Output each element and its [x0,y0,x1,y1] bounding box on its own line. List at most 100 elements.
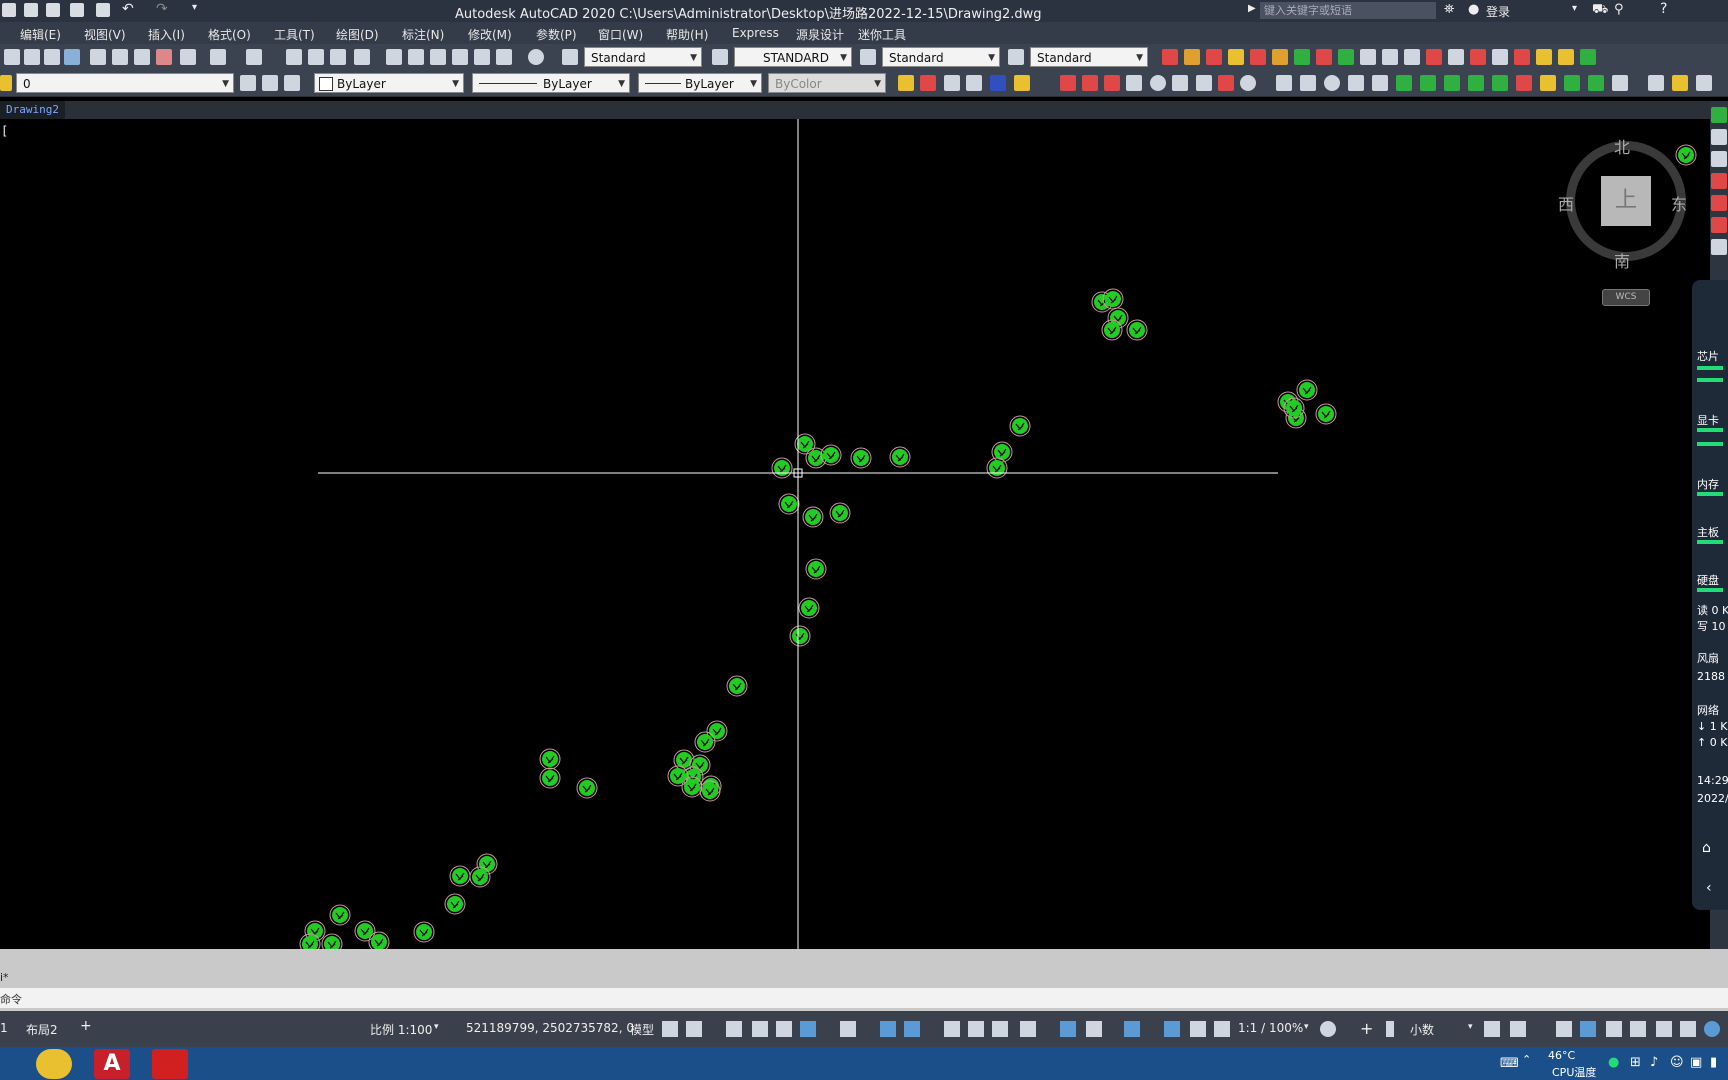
tool-icon[interactable] [1514,49,1530,65]
help-icon[interactable] [528,49,544,65]
tab-layout2[interactable]: 布局2 [26,1021,58,1038]
tree-symbol[interactable] [798,597,820,619]
tree-symbol[interactable] [829,502,851,524]
tool-icon[interactable] [1492,75,1508,91]
polar-icon[interactable] [800,1021,816,1037]
linetype-select[interactable]: ByLayer ▼ [472,73,630,93]
lineweight-select[interactable]: ByLayer ▼ [638,73,762,93]
chevron-down-icon[interactable]: ▾ [1304,1022,1309,1032]
tool-icon[interactable] [966,75,982,91]
tool-icon[interactable] [1564,75,1580,91]
tool-icon[interactable] [1672,75,1688,91]
pan-icon[interactable] [286,49,302,65]
viewcube-west[interactable]: 西 [1558,191,1574,215]
tool-icon[interactable] [898,75,914,91]
rocket-icon[interactable]: ⌂ [1702,840,1711,856]
tool-icon[interactable] [1696,75,1712,91]
tree-symbol[interactable] [820,444,842,466]
notification-icon[interactable]: ▣ [1690,1055,1702,1070]
tree-symbol[interactable] [681,776,703,798]
tool-icon[interactable] [1218,75,1234,91]
plotstyle-select[interactable]: ByColor ▼ [768,73,886,93]
tool-icon[interactable] [920,75,936,91]
tool-icon[interactable] [1558,49,1574,65]
tree-symbol[interactable] [299,933,321,949]
menu-tools[interactable]: 工具(T) [274,26,315,43]
tool-icon[interactable] [1172,75,1188,91]
tool-icon[interactable] [1276,75,1292,91]
add-layout-button[interactable]: + [80,1018,92,1034]
dynamic-input-icon[interactable] [752,1021,768,1037]
tool-icon[interactable] [1580,49,1596,65]
tool-icon[interactable] [1711,195,1727,211]
menu-yuanquan[interactable]: 源泉设计 [796,26,844,43]
user-icon[interactable]: ● [1468,2,1479,17]
tree-symbol[interactable] [368,931,390,949]
tool-icon[interactable] [1711,173,1727,189]
design-center-icon[interactable] [408,49,424,65]
tool-icon[interactable] [1104,75,1120,91]
tool-icon[interactable] [1711,151,1727,167]
match-prop-icon[interactable] [156,49,172,65]
print-icon[interactable] [96,3,110,17]
tool-icon[interactable] [1468,75,1484,91]
tool-icon[interactable] [1206,49,1222,65]
redo-icon[interactable]: ↷ [156,1,168,17]
selection-cycling-icon[interactable] [992,1021,1008,1037]
tree-symbol[interactable] [699,780,721,802]
tree-symbol[interactable] [539,748,561,770]
collapse-icon[interactable]: ‹ [1706,880,1712,896]
tool-icon[interactable] [1711,239,1727,255]
undo-icon[interactable]: ↶ [122,1,134,17]
status-toggle-icon[interactable] [1704,1021,1720,1037]
tool-icon[interactable] [1360,49,1376,65]
print-icon[interactable] [44,49,60,65]
redo-icon[interactable] [246,49,262,65]
tree-symbol[interactable] [1009,415,1031,437]
menu-mini-tools[interactable]: 迷你工具 [858,26,906,43]
publish-icon[interactable] [64,49,80,65]
cut-icon[interactable] [90,49,106,65]
tree-symbol[interactable] [1315,403,1337,425]
viewcube-east[interactable]: 东 [1671,191,1687,215]
color-select[interactable]: ByLayer ▼ [314,73,464,93]
tool-icon[interactable] [1711,217,1727,233]
tool-icon[interactable] [1492,49,1508,65]
tool-icon[interactable] [1372,75,1388,91]
tree-symbol[interactable] [539,767,561,789]
tool-icon[interactable] [990,75,1006,91]
tree-symbol[interactable] [449,865,471,887]
dim-style-icon[interactable] [712,49,728,65]
chevron-up-icon[interactable]: ⌃ [1522,1053,1531,1066]
tool-icon[interactable] [1711,129,1727,145]
app-menu-icon[interactable] [2,3,16,17]
tool-icon[interactable] [1162,49,1178,65]
model-space-button[interactable]: 模型 [630,1021,654,1038]
tool-icon[interactable] [1294,49,1310,65]
table-style-icon[interactable] [860,49,876,65]
dynamic-ucs-icon[interactable] [1060,1021,1076,1037]
menu-parametric[interactable]: 参数(P) [536,26,577,43]
battery-icon[interactable]: ▮ [1710,1055,1717,1070]
tool-icon[interactable] [1250,49,1266,65]
sheet-set-icon[interactable] [452,49,468,65]
tree-symbol[interactable] [1283,397,1305,419]
tab-drawing2[interactable]: Drawing2 [0,101,65,119]
layer-previous-icon[interactable] [284,75,300,91]
gizmo-icon[interactable] [1124,1021,1140,1037]
tree-symbol[interactable] [1296,379,1318,401]
layer-bulb-icon[interactable] [0,75,12,91]
tool-palettes-icon[interactable] [430,49,446,65]
infer-icon[interactable] [726,1021,742,1037]
save-icon[interactable] [24,3,38,17]
menu-edit[interactable]: 编辑(E) [20,26,61,43]
keyboard-icon[interactable]: ⌨ [1500,1056,1519,1071]
chevron-down-icon[interactable]: ▾ [1572,3,1577,14]
undo-icon[interactable] [210,49,226,65]
recorder-app-icon[interactable] [152,1049,188,1079]
units-select[interactable]: 小数 [1410,1021,1434,1038]
binoculars-icon[interactable]: ⛯ [1444,2,1454,17]
tool-icon[interactable] [944,75,960,91]
user-icon[interactable]: ☺ [1670,1055,1684,1070]
tool-icon[interactable] [1338,49,1354,65]
